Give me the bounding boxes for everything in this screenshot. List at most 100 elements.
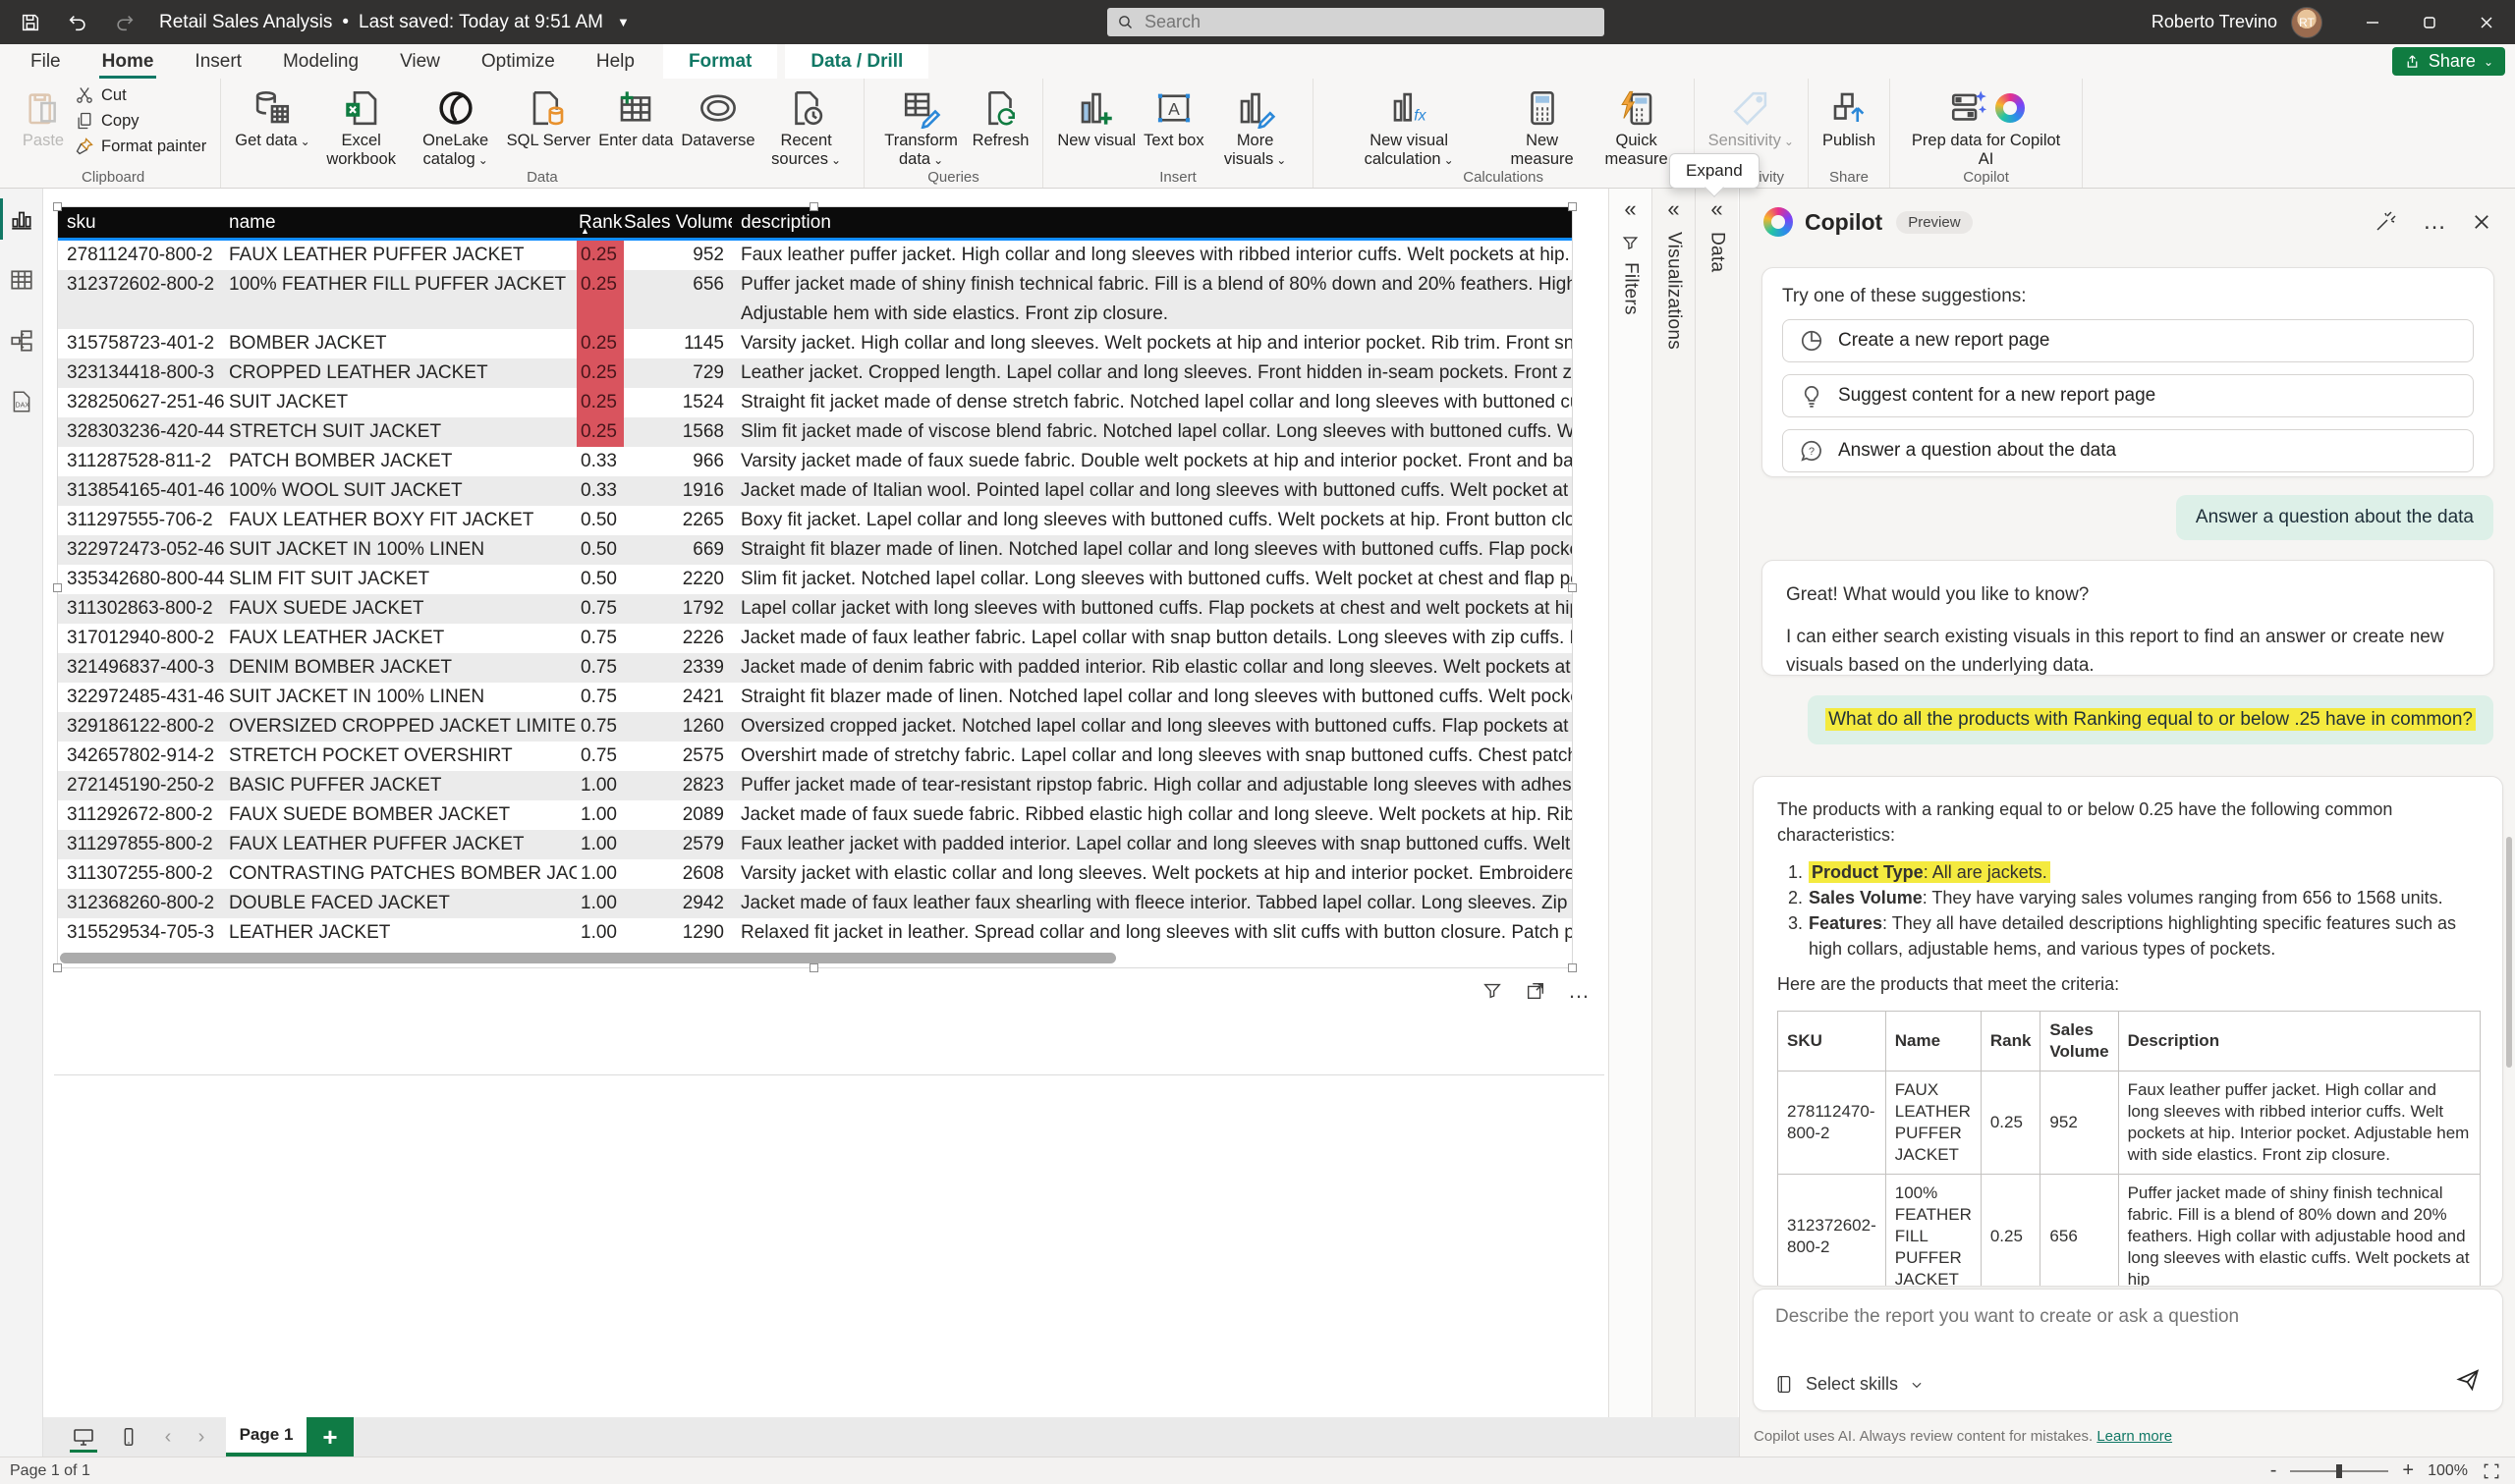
- minimize-button[interactable]: [2344, 0, 2401, 44]
- table-row[interactable]: 322972473-052-46 SUIT JACKET IN 100% LIN…: [58, 535, 1572, 565]
- ribbon-button[interactable]: Excel workbook: [314, 82, 409, 172]
- search-input[interactable]: [1143, 11, 1555, 33]
- more-options-icon[interactable]: …: [2423, 208, 2446, 236]
- table-row[interactable]: 321496837-400-3 DENIM BOMBER JACKET 0.75…: [58, 653, 1572, 683]
- table-row[interactable]: 311287528-811-2 PATCH BOMBER JACKET 0.33…: [58, 447, 1572, 476]
- zoom-slider-knob[interactable]: [2336, 1464, 2342, 1478]
- close-button[interactable]: [2458, 0, 2515, 44]
- resize-handle[interactable]: [810, 963, 818, 972]
- ribbon-button[interactable]: SQL Server: [503, 82, 595, 172]
- suggestion-button[interactable]: Suggest content for a new report page: [1782, 374, 2474, 417]
- undo-icon[interactable]: [61, 6, 94, 39]
- table-row[interactable]: 312368260-800-2 DOUBLE FACED JACKET 1.00…: [58, 889, 1572, 918]
- table-row[interactable]: 311297855-800-2 FAUX LEATHER PUFFER JACK…: [58, 830, 1572, 859]
- table-row[interactable]: 311297555-706-2 FAUX LEATHER BOXY FIT JA…: [58, 506, 1572, 535]
- previous-page-icon[interactable]: ‹: [151, 1417, 185, 1457]
- table-visual[interactable]: sku name Rank▲ Sales Volume description …: [57, 206, 1573, 968]
- resize-handle[interactable]: [53, 963, 62, 972]
- zoom-out-button[interactable]: -: [2270, 1459, 2277, 1482]
- clear-chat-icon[interactable]: [2374, 210, 2397, 234]
- tab-home[interactable]: Home: [82, 44, 175, 79]
- copilot-scrollbar[interactable]: [2506, 837, 2512, 1068]
- cut-button[interactable]: Cut: [71, 84, 210, 106]
- tab-insert[interactable]: Insert: [174, 44, 262, 79]
- table-row[interactable]: 313854165-401-46 100% WOOL SUIT JACKET 0…: [58, 476, 1572, 506]
- avatar[interactable]: RT: [2291, 7, 2322, 38]
- suggestion-button[interactable]: ? Answer a question about the data: [1782, 429, 2474, 472]
- filters-pane-collapsed[interactable]: « Filters: [1608, 189, 1651, 1417]
- table-row[interactable]: 323134418-800-3 CROPPED LEATHER JACKET 0…: [58, 358, 1572, 388]
- desktop-view-button[interactable]: [61, 1417, 106, 1457]
- ribbon-button[interactable]: OneLake catalog⌄: [409, 82, 503, 172]
- visualizations-pane-collapsed[interactable]: « Visualizations: [1651, 189, 1695, 1417]
- ribbon-button[interactable]: Dataverse: [677, 82, 758, 172]
- tab-file[interactable]: File: [10, 44, 82, 79]
- ribbon-button[interactable]: Prep data for Copilot AI: [1900, 82, 2072, 171]
- focus-mode-icon[interactable]: [1525, 980, 1546, 1002]
- table-row[interactable]: 335342680-800-44 SLIM FIT SUIT JACKET 0.…: [58, 565, 1572, 594]
- resize-handle[interactable]: [53, 202, 62, 211]
- global-search[interactable]: [1107, 8, 1604, 36]
- report-view-button[interactable]: [0, 189, 43, 249]
- table-row[interactable]: 322972485-431-46 SUIT JACKET IN 100% LIN…: [58, 683, 1572, 712]
- fit-to-page-icon[interactable]: [2482, 1461, 2501, 1481]
- resize-handle[interactable]: [1568, 583, 1577, 592]
- ribbon-button[interactable]: New measure: [1495, 82, 1590, 172]
- expand-filters-icon[interactable]: «: [1624, 196, 1636, 222]
- ribbon-button[interactable]: Enter data: [594, 82, 677, 172]
- format-painter-button[interactable]: Format painter: [71, 136, 210, 157]
- table-row[interactable]: 328250627-251-46 SUIT JACKET 0.25 1524 S…: [58, 388, 1572, 417]
- tab-optimize[interactable]: Optimize: [461, 44, 576, 79]
- column-header-sales-volume[interactable]: Sales Volume: [624, 207, 732, 238]
- add-page-button[interactable]: +: [307, 1417, 354, 1457]
- ribbon-button[interactable]: fx New visual calculation⌄: [1323, 82, 1495, 172]
- horizontal-scrollbar[interactable]: [60, 953, 1570, 963]
- ribbon-button[interactable]: Sensitivity⌄: [1705, 82, 1798, 153]
- maximize-button[interactable]: [2401, 0, 2458, 44]
- table-view-button[interactable]: [0, 249, 43, 310]
- report-canvas[interactable]: sku name Rank▲ Sales Volume description …: [43, 189, 1608, 1417]
- scrollbar-thumb[interactable]: [60, 953, 1116, 963]
- document-title[interactable]: Retail Sales Analysis • Last saved: Toda…: [159, 12, 630, 33]
- tab-data-drill[interactable]: Data / Drill: [785, 44, 928, 79]
- redo-icon[interactable]: [108, 6, 141, 39]
- table-row[interactable]: 342657802-914-2 STRETCH POCKET OVERSHIRT…: [58, 742, 1572, 771]
- zoom-in-button[interactable]: +: [2402, 1459, 2414, 1482]
- table-row[interactable]: 311307255-800-2 CONTRASTING PATCHES BOMB…: [58, 859, 1572, 889]
- table-row[interactable]: 311302863-800-2 FAUX SUEDE JACKET 0.75 1…: [58, 594, 1572, 624]
- data-pane-collapsed[interactable]: « Data: [1695, 189, 1738, 1417]
- ribbon-button[interactable]: Publish: [1818, 82, 1879, 152]
- copy-button[interactable]: Copy: [71, 110, 210, 132]
- column-header-name[interactable]: name: [225, 207, 577, 238]
- expand-visualizations-icon[interactable]: «: [1667, 196, 1679, 222]
- ribbon-button[interactable]: A Text box: [1140, 82, 1207, 172]
- column-header-description[interactable]: description: [732, 207, 1572, 238]
- close-icon[interactable]: [2472, 212, 2491, 232]
- more-options-icon[interactable]: …: [1568, 986, 1590, 996]
- table-row[interactable]: 315758723-401-2 BOMBER JACKET 0.25 1145 …: [58, 329, 1572, 358]
- model-view-button[interactable]: [0, 310, 43, 371]
- tab-view[interactable]: View: [379, 44, 461, 79]
- dax-query-view-button[interactable]: DAX: [0, 371, 43, 432]
- tab-modeling[interactable]: Modeling: [262, 44, 379, 79]
- suggestion-button[interactable]: Create a new report page: [1782, 319, 2474, 362]
- learn-more-link[interactable]: Learn more: [2096, 1428, 2172, 1445]
- tab-format[interactable]: Format: [663, 44, 777, 79]
- table-row[interactable]: 311292672-800-2 FAUX SUEDE BOMBER JACKET…: [58, 800, 1572, 830]
- share-button[interactable]: Share ⌄: [2392, 47, 2505, 76]
- table-row[interactable]: 328303236-420-44 STRETCH SUIT JACKET 0.2…: [58, 417, 1572, 447]
- expand-data-icon[interactable]: «: [1710, 196, 1722, 222]
- ribbon-button[interactable]: Refresh: [969, 82, 1034, 172]
- ribbon-button[interactable]: Transform data⌄: [874, 82, 969, 172]
- next-page-icon[interactable]: ›: [185, 1417, 218, 1457]
- tab-help[interactable]: Help: [576, 44, 655, 79]
- zoom-slider[interactable]: [2290, 1470, 2388, 1472]
- table-row[interactable]: 278112470-800-2 FAUX LEATHER PUFFER JACK…: [58, 241, 1572, 270]
- table-row[interactable]: 317012940-800-2 FAUX LEATHER JACKET 0.75…: [58, 624, 1572, 653]
- column-header-rank[interactable]: Rank▲: [577, 207, 624, 238]
- select-skills-button[interactable]: Select skills: [1773, 1374, 1924, 1395]
- ribbon-button[interactable]: Recent sources⌄: [759, 82, 854, 172]
- user-name[interactable]: Roberto Trevino: [2152, 12, 2277, 32]
- ribbon-button[interactable]: Get data⌄: [231, 82, 313, 172]
- ribbon-button[interactable]: New visual: [1053, 82, 1140, 172]
